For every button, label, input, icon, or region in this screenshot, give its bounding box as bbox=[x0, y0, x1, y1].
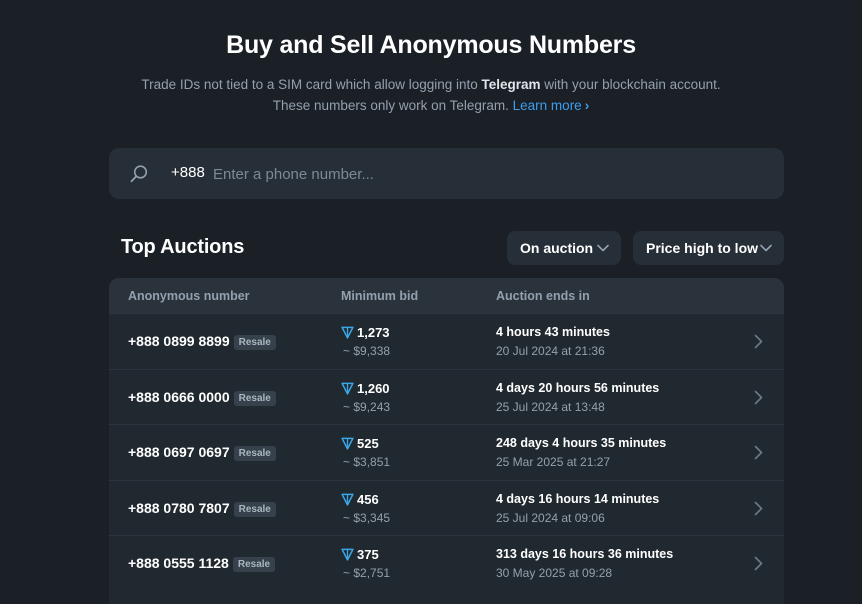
ton-icon bbox=[341, 493, 354, 506]
search-prefix: +888 bbox=[171, 164, 205, 181]
phone-number: +888 0780 7807 Resale bbox=[128, 500, 276, 517]
resale-badge: Resale bbox=[232, 557, 276, 572]
table-row[interactable]: +888 0555 1128 Resale 375 ~ $2,751 313 da… bbox=[109, 535, 784, 590]
section-title: Top Auctions bbox=[121, 236, 245, 258]
page-subtitle: Trade IDs not tied to a SIM card which a… bbox=[0, 74, 862, 116]
subtitle-text-3: These numbers only work on Telegram. bbox=[272, 98, 513, 113]
resale-badge: Resale bbox=[233, 446, 276, 461]
phone-number-text: +888 0780 7807 bbox=[128, 499, 230, 516]
resale-badge: Resale bbox=[233, 501, 276, 517]
min-bid-usd: ~ $3,851 bbox=[343, 455, 391, 469]
min-bid-value: 375 bbox=[357, 547, 379, 562]
phone-number-text: +888 0555 1128 bbox=[128, 555, 229, 571]
phone-number: +888 0899 8899 Resale bbox=[128, 333, 276, 350]
min-bid-value: 456 bbox=[357, 491, 379, 507]
min-bid-usd: ~ $2,751 bbox=[343, 566, 391, 580]
ton-icon bbox=[341, 548, 354, 561]
chevron-down-icon bbox=[597, 244, 609, 252]
subtitle-telegram: Telegram bbox=[481, 77, 541, 92]
subtitle-text-1: Trade IDs not tied to a SIM card which a… bbox=[141, 77, 482, 92]
chevron-right-icon[interactable] bbox=[754, 445, 763, 460]
phone-number: +888 0697 0697 Resale bbox=[128, 444, 276, 461]
resale-badge: Resale bbox=[233, 335, 276, 350]
search-icon bbox=[130, 165, 148, 183]
auction-ends-in: 313 days 16 hours 36 minutes bbox=[496, 547, 674, 561]
sort-label: Price high to low bbox=[646, 240, 759, 256]
resale-badge: Resale bbox=[233, 390, 276, 406]
phone-number-text: +888 0697 0697 bbox=[128, 444, 230, 460]
auction-end-date: 25 Jul 2024 at 09:06 bbox=[496, 510, 605, 525]
chevron-down-icon bbox=[760, 244, 772, 252]
header-number[interactable]: Anonymous number bbox=[128, 289, 250, 303]
phone-number: +888 0555 1128 Resale bbox=[128, 555, 276, 572]
min-bid-value: 1,260 bbox=[357, 380, 390, 396]
chevron-right-icon: › bbox=[584, 98, 590, 113]
ton-icon bbox=[341, 437, 354, 450]
min-bid-usd: ~ $3,345 bbox=[343, 510, 391, 525]
auctions-table: Anonymous number Minimum bid Auction end… bbox=[109, 278, 784, 604]
chevron-right-icon[interactable] bbox=[754, 390, 763, 405]
auction-ends-in: 248 days 4 hours 35 minutes bbox=[496, 436, 667, 450]
chevron-right-icon[interactable] bbox=[754, 501, 763, 516]
table-row[interactable]: +888 0697 0697 Resale 525 ~ $3,851 248 da… bbox=[109, 424, 784, 479]
auction-ends-in: 4 hours 43 minutes bbox=[496, 325, 610, 339]
sort-dropdown[interactable]: Price high to low bbox=[633, 231, 784, 265]
chevron-right-icon[interactable] bbox=[754, 334, 763, 349]
header-ends-in[interactable]: Auction ends in bbox=[496, 289, 590, 303]
min-bid-usd: ~ $9,338 bbox=[343, 344, 391, 358]
min-bid-value: 1,273 bbox=[357, 325, 390, 340]
phone-number: +888 0666 0000 Resale bbox=[128, 389, 276, 406]
min-bid-usd: ~ $9,243 bbox=[343, 399, 391, 414]
auction-ends-in: 4 days 20 hours 56 minutes bbox=[496, 380, 660, 395]
table-row[interactable]: +888 0780 7807 Resale 456 ~ $3,345 4 days… bbox=[109, 479, 784, 535]
subtitle-text-2: with your blockchain account. bbox=[540, 77, 721, 92]
auction-ends-in: 4 days 16 hours 14 minutes bbox=[496, 491, 660, 506]
status-filter-dropdown[interactable]: On auction bbox=[507, 231, 621, 265]
chevron-right-icon[interactable] bbox=[754, 556, 763, 571]
phone-number-text: +888 0666 0000 bbox=[128, 388, 230, 405]
min-bid-value: 525 bbox=[357, 436, 379, 451]
search-input[interactable] bbox=[213, 160, 753, 188]
auction-end-date: 25 Mar 2025 at 21:27 bbox=[496, 455, 611, 469]
ton-icon bbox=[341, 382, 354, 395]
auction-end-date: 25 Jul 2024 at 13:48 bbox=[496, 399, 605, 414]
learn-more-link[interactable]: Learn more › bbox=[513, 98, 590, 113]
table-row[interactable]: +888 0666 0000 Resale 1,260 ~ $9,243 4 da… bbox=[109, 368, 784, 424]
header-min-bid[interactable]: Minimum bid bbox=[341, 289, 418, 303]
table-header: Anonymous number Minimum bid Auction end… bbox=[109, 278, 784, 313]
status-filter-label: On auction bbox=[520, 240, 594, 256]
search-bar[interactable]: +888 bbox=[109, 148, 784, 199]
page-title: Buy and Sell Anonymous Numbers bbox=[226, 31, 636, 59]
table-row[interactable]: +888 0899 8899 Resale 1,273 ~ $9,338 4 ho… bbox=[109, 313, 784, 368]
auction-end-date: 30 May 2025 at 09:28 bbox=[496, 566, 613, 580]
phone-number-text: +888 0899 8899 bbox=[128, 333, 230, 349]
ton-icon bbox=[341, 326, 354, 339]
auction-end-date: 20 Jul 2024 at 21:36 bbox=[496, 344, 605, 358]
learn-more-label: Learn more bbox=[512, 98, 582, 113]
